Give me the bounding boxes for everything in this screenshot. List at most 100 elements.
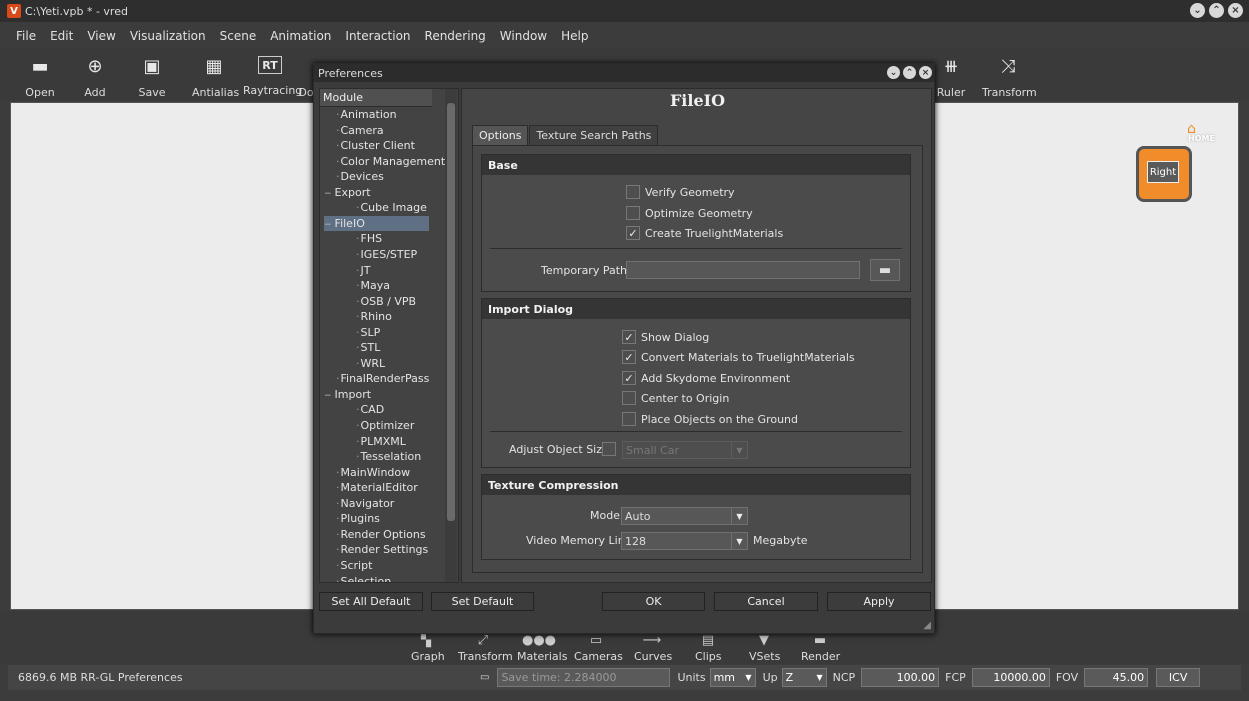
tree-item[interactable]: ·WRL: [356, 356, 385, 371]
tree-item[interactable]: ·SLP: [356, 325, 380, 340]
tree-item[interactable]: ·OSB / VPB: [356, 294, 416, 309]
close-icon[interactable]: ×: [919, 66, 932, 79]
tree-item[interactable]: − Export: [324, 185, 371, 200]
apply-button[interactable]: Apply: [827, 592, 931, 611]
curves-button[interactable]: ⟶ Curves: [634, 634, 672, 664]
cancel-button[interactable]: Cancel: [714, 592, 818, 611]
tree-scrollbar[interactable]: [445, 89, 457, 582]
tree-item[interactable]: ·Color Management: [336, 154, 445, 169]
tree-item[interactable]: ·IGES/STEP: [356, 247, 417, 262]
add-button[interactable]: ⊕ Add: [80, 50, 110, 100]
menu-interaction[interactable]: Interaction: [345, 29, 410, 43]
tree-item[interactable]: ·Render Options: [336, 527, 426, 542]
create-truelight-checkbox[interactable]: ✓: [626, 226, 640, 240]
mode-select[interactable]: Auto ▼: [621, 507, 748, 525]
tree-item[interactable]: ·Script: [336, 558, 372, 573]
menu-view[interactable]: View: [87, 29, 115, 43]
tree-item[interactable]: − Import: [324, 387, 371, 402]
terminal-icon[interactable]: ▭: [480, 672, 489, 683]
menu-rendering[interactable]: Rendering: [425, 29, 486, 43]
close-icon[interactable]: ×: [1228, 3, 1243, 18]
tab-texture-search-paths[interactable]: Texture Search Paths: [529, 125, 659, 145]
tree-item[interactable]: ·FinalRenderPass: [336, 371, 429, 386]
tree-item[interactable]: ·Render Settings: [336, 542, 428, 557]
optimize-geometry-checkbox[interactable]: [626, 206, 640, 220]
add-skydome-checkbox[interactable]: ✓: [622, 371, 636, 385]
ok-button[interactable]: OK: [602, 592, 705, 611]
render-button[interactable]: ▬ Render: [801, 634, 840, 664]
verify-geometry-checkbox[interactable]: [626, 185, 640, 199]
set-default-button[interactable]: Set Default: [431, 592, 534, 611]
convert-materials-checkbox[interactable]: ✓: [622, 350, 636, 364]
tree-item[interactable]: ·Navigator: [336, 496, 394, 511]
dialog-title-bar[interactable]: Preferences ⌄ ⌃ ×: [314, 64, 934, 82]
menu-window[interactable]: Window: [500, 29, 547, 43]
video-memory-select[interactable]: 128 ▼: [621, 532, 748, 550]
maximize-icon[interactable]: ⌃: [903, 66, 916, 79]
collapse-icon[interactable]: −: [324, 220, 332, 230]
tree-item[interactable]: ·Maya: [356, 278, 390, 293]
units-select[interactable]: mm ▼: [709, 668, 756, 687]
tree-item[interactable]: ·STL: [356, 340, 380, 355]
tree-item[interactable]: ·MaterialEditor: [336, 480, 418, 495]
menu-file[interactable]: File: [16, 29, 36, 43]
center-origin-checkbox[interactable]: [622, 391, 636, 405]
module-tree[interactable]: Module ·Animation ·Camera ·Cluster Client ·…: [319, 88, 459, 583]
navigation-cube[interactable]: Right: [1126, 138, 1196, 208]
antialias-button[interactable]: ▦ Antialias: [192, 50, 239, 100]
ruler-button[interactable]: ⧻ Ruler: [936, 50, 966, 100]
up-select[interactable]: Z ▼: [781, 668, 827, 687]
tree-item[interactable]: ·FHS: [356, 231, 382, 246]
tree-item[interactable]: ·Plugins: [336, 511, 380, 526]
folder-browse-button[interactable]: ▬: [870, 259, 900, 281]
tree-item[interactable]: ·PLMXML: [356, 434, 406, 449]
collapse-icon[interactable]: −: [324, 189, 332, 199]
clips-button[interactable]: ▤ Clips: [695, 634, 722, 664]
tree-item[interactable]: ·Devices: [336, 169, 384, 184]
collapse-icon[interactable]: −: [324, 391, 332, 401]
save-button[interactable]: ▣ Save: [136, 50, 168, 100]
menu-visualization[interactable]: Visualization: [130, 29, 206, 43]
transform-panel-button[interactable]: ⤢ Transform: [458, 634, 513, 664]
maximize-icon[interactable]: ⌃: [1209, 3, 1224, 18]
menu-help[interactable]: Help: [561, 29, 588, 43]
open-button[interactable]: ▬ Open: [22, 50, 58, 100]
tree-item[interactable]: ·Rhino: [356, 309, 392, 324]
fcp-input[interactable]: 10000.00: [971, 668, 1050, 687]
raytracing-button[interactable]: RT Raytracing: [243, 50, 302, 97]
graph-button[interactable]: ▚ Graph: [411, 634, 445, 664]
tree-item[interactable]: ·Animation: [336, 107, 397, 122]
scrollbar-thumb[interactable]: [447, 103, 455, 521]
materials-button[interactable]: ●●● Materials: [517, 634, 567, 664]
tree-item[interactable]: ·Optimizer: [356, 418, 414, 433]
menu-scene[interactable]: Scene: [220, 29, 257, 43]
tree-item[interactable]: ·Cube Image: [356, 200, 427, 215]
tree-item[interactable]: − FileIO: [324, 215, 429, 231]
transform-button[interactable]: ⤨ Transform: [982, 50, 1037, 100]
cameras-button[interactable]: ▭ Cameras: [574, 634, 623, 664]
ncp-input[interactable]: 100.00: [861, 668, 940, 687]
minimize-icon[interactable]: ⌄: [887, 66, 900, 79]
place-ground-checkbox[interactable]: [622, 412, 636, 426]
tree-item[interactable]: ·Tesselation: [356, 449, 421, 464]
menu-animation[interactable]: Animation: [270, 29, 331, 43]
show-dialog-checkbox[interactable]: ✓: [622, 330, 636, 344]
menu-edit[interactable]: Edit: [50, 29, 73, 43]
resize-grip-icon[interactable]: ◢: [923, 620, 931, 631]
tab-options[interactable]: Options: [472, 125, 529, 145]
icv-button[interactable]: ICV: [1156, 668, 1201, 687]
fov-input[interactable]: 45.00: [1084, 668, 1149, 687]
tree-item[interactable]: ·Cluster Client: [336, 138, 415, 153]
cube-face[interactable]: Right: [1136, 146, 1192, 202]
tree-item[interactable]: ·Camera: [336, 123, 384, 138]
temporary-path-input[interactable]: [626, 261, 860, 279]
tree-item[interactable]: ·MainWindow: [336, 465, 410, 480]
adjust-size-checkbox[interactable]: [602, 442, 616, 456]
do-button[interactable]: Do: [298, 50, 314, 99]
set-all-default-button[interactable]: Set All Default: [319, 592, 423, 611]
tree-item[interactable]: ·CAD: [356, 402, 384, 417]
tree-item[interactable]: ·Selection: [336, 574, 391, 583]
vsets-button[interactable]: ▼ VSets: [749, 634, 780, 664]
tree-item[interactable]: ·JT: [356, 263, 370, 278]
minimize-icon[interactable]: ⌄: [1190, 3, 1205, 18]
